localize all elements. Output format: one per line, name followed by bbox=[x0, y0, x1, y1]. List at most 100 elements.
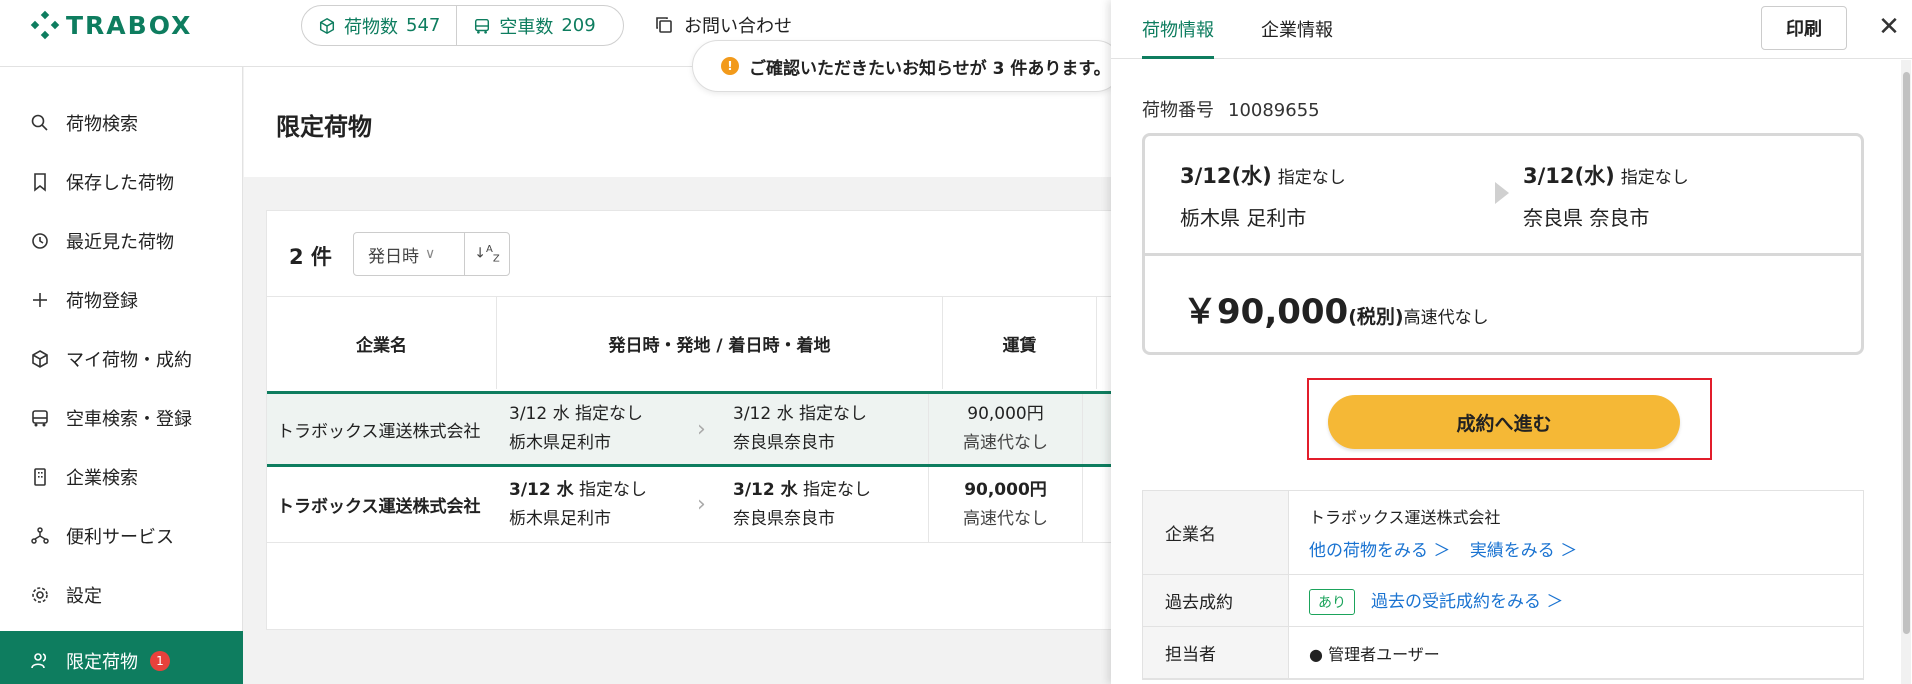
notice-banner[interactable]: ! ご確認いただきたいお知らせが 3 件あります。 bbox=[692, 40, 1122, 92]
fare-value: 90,000円 bbox=[964, 479, 1047, 500]
fare-value: 90,000円 bbox=[967, 404, 1044, 424]
sidebar-item-company-search[interactable]: 企業検索 bbox=[0, 447, 243, 506]
column-header-company[interactable]: 企業名 bbox=[267, 297, 497, 389]
price-tax: (税別) bbox=[1348, 306, 1404, 328]
info-label: 企業名 bbox=[1143, 491, 1289, 574]
panel-tabs: 荷物情報 企業情報 印刷 ✕ bbox=[1111, 0, 1912, 59]
truck-icon bbox=[32, 409, 48, 426]
sidebar-item-label: 保存した荷物 bbox=[66, 172, 174, 194]
to-date: 3/12 水 bbox=[733, 479, 798, 500]
tab-company-info[interactable]: 企業情報 bbox=[1261, 16, 1333, 56]
box-icon bbox=[32, 349, 48, 368]
sidebar-item-limited-cargo[interactable]: 限定荷物 1 bbox=[0, 631, 243, 684]
sidebar-item-settings[interactable]: 設定 bbox=[0, 565, 243, 624]
close-icon[interactable]: ✕ bbox=[1874, 12, 1904, 42]
truck-count-value: 209 bbox=[561, 15, 596, 36]
detail-panel: 荷物情報 企業情報 印刷 ✕ 荷物番号 10089655 3/12(水) 指定なし … bbox=[1111, 0, 1912, 684]
sidebar-item-recent[interactable]: 最近見た荷物 bbox=[0, 211, 243, 270]
info-label: 担当者 bbox=[1143, 627, 1289, 678]
from-date: 3/12 水 bbox=[509, 479, 574, 500]
cell-to: 3/12 水 指定なし 奈良県奈良市 bbox=[727, 467, 929, 542]
sidebar-item-empty-truck[interactable]: 空車検索・登録 bbox=[0, 388, 243, 447]
from-time: 指定なし bbox=[579, 479, 648, 500]
sidebar-item-cargo-search[interactable]: 荷物検索 bbox=[0, 93, 243, 152]
chevron-down-icon: ∨ bbox=[425, 246, 436, 262]
to-time: 指定なし bbox=[799, 404, 867, 424]
column-header-fare[interactable]: 運賃 bbox=[943, 297, 1097, 389]
sidebar-item-label: 設定 bbox=[66, 585, 102, 607]
results-link[interactable]: 実績をみる ＞ bbox=[1470, 541, 1577, 561]
sidebar-item-label: 最近見た荷物 bbox=[66, 231, 174, 253]
cargo-count[interactable]: 荷物数 547 bbox=[302, 6, 458, 45]
origin-place: 栃木県 足利市 bbox=[1180, 206, 1307, 230]
sort-order-button[interactable]: ↓AZ bbox=[464, 232, 510, 276]
info-value: トラボックス運送株式会社 他の荷物をみる ＞ 実績をみる ＞ bbox=[1289, 491, 1577, 574]
sort-icon: ↓AZ bbox=[474, 243, 500, 265]
route-points: 3/12(水) 指定なし 栃木県 足利市 3/12(水) 指定なし 奈良県 奈良市 bbox=[1145, 136, 1861, 256]
table-row[interactable]: トラボックス運送株式会社 3/12 水 指定なし 栃木県足利市 › 3/12 水… bbox=[267, 391, 1113, 467]
destination-place: 奈良県 奈良市 bbox=[1523, 206, 1650, 230]
bookmark-icon bbox=[34, 172, 46, 192]
cell-fare: 90,000円 高速代なし bbox=[929, 394, 1083, 464]
origin-date: 3/12(水) bbox=[1180, 164, 1272, 188]
sidebar-item-label: 便利サービス bbox=[66, 526, 174, 548]
plus-icon bbox=[33, 292, 47, 307]
truck-count-label: 空車数 bbox=[499, 16, 554, 38]
sidebar-item-label: 荷物検索 bbox=[66, 113, 138, 135]
to-place: 奈良県奈良市 bbox=[733, 508, 835, 529]
from-date: 3/12 水 bbox=[509, 404, 570, 424]
search-icon bbox=[31, 114, 48, 131]
scrollbar[interactable] bbox=[1901, 60, 1911, 684]
print-button[interactable]: 印刷 bbox=[1761, 6, 1847, 50]
price-value: ￥90,000 bbox=[1183, 292, 1349, 332]
info-icon: ! bbox=[721, 57, 739, 75]
sidebar-item-register[interactable]: 荷物登録 bbox=[0, 270, 243, 329]
past-contracts-link[interactable]: 過去の受託成約をみる ＞ bbox=[1371, 592, 1563, 612]
company-name: トラボックス運送株式会社 bbox=[1309, 508, 1501, 527]
cell-company: トラボックス運送株式会社 bbox=[277, 497, 481, 517]
contact-link[interactable]: お問い合わせ bbox=[654, 12, 792, 38]
sidebar-item-my-cargo[interactable]: マイ荷物・成約 bbox=[0, 329, 243, 388]
cargo-count-value: 547 bbox=[406, 15, 441, 36]
from-place: 栃木県足利市 bbox=[509, 433, 611, 453]
truck-count[interactable]: 空車数 209 bbox=[457, 6, 611, 45]
cell-from: 3/12 水 指定なし 栃木県足利市 bbox=[497, 467, 697, 542]
gear-icon bbox=[32, 586, 48, 603]
sort-select[interactable]: 発日時 ∨ bbox=[353, 232, 465, 276]
logo[interactable]: TRABOX bbox=[30, 10, 192, 40]
destination: 3/12(水) 指定なし 奈良県 奈良市 bbox=[1523, 160, 1689, 231]
sidebar-item-label: 荷物登録 bbox=[66, 290, 138, 312]
from-time: 指定なし bbox=[575, 404, 643, 424]
info-table: 企業名 トラボックス運送株式会社 他の荷物をみる ＞ 実績をみる ＞ 過去成約 … bbox=[1142, 490, 1864, 680]
chevron-right-icon: › bbox=[697, 492, 706, 517]
other-cargo-link[interactable]: 他の荷物をみる ＞ bbox=[1309, 541, 1450, 561]
origin: 3/12(水) 指定なし 栃木県 足利市 bbox=[1180, 160, 1346, 231]
result-count: 2 件 bbox=[289, 245, 332, 269]
network-icon bbox=[31, 526, 49, 544]
table-row[interactable]: トラボックス運送株式会社 3/12 水 指定なし 栃木県足利市 › 3/12 水… bbox=[267, 467, 1113, 543]
to-time: 指定なし bbox=[803, 479, 872, 500]
tab-cargo-info[interactable]: 荷物情報 bbox=[1142, 16, 1214, 59]
cell-from: 3/12 水 指定なし 栃木県足利市 bbox=[497, 394, 697, 464]
sidebar-item-label: 限定荷物 bbox=[66, 651, 138, 673]
column-header-route[interactable]: 発日時・発地 / 着日時・着地 bbox=[497, 297, 943, 389]
fare-highway: 高速代なし bbox=[963, 433, 1048, 453]
sidebar-item-saved[interactable]: 保存した荷物 bbox=[0, 152, 243, 211]
info-row-company: 企業名 トラボックス運送株式会社 他の荷物をみる ＞ 実績をみる ＞ bbox=[1143, 491, 1863, 575]
stats-bar: 荷物数 547 空車数 209 bbox=[301, 5, 624, 46]
to-date: 3/12 水 bbox=[733, 404, 794, 424]
notice-text: ご確認いただきたいお知らせが 3 件あります。 bbox=[749, 58, 1111, 79]
info-row-person: 担当者 ● 管理者ユーザー bbox=[1143, 627, 1863, 679]
cargo-number-label: 荷物番号 bbox=[1142, 100, 1214, 121]
destination-time: 指定なし bbox=[1620, 168, 1689, 188]
user-icon: ● bbox=[1309, 644, 1323, 664]
scrollbar-thumb[interactable] bbox=[1903, 72, 1910, 634]
person-name: 管理者ユーザー bbox=[1328, 644, 1440, 664]
sidebar: 荷物検索 保存した荷物 最近見た荷物 荷物登録 マイ荷物・成約 空車検索・登録 … bbox=[0, 67, 243, 684]
info-row-past: 過去成約 あり 過去の受託成約をみる ＞ bbox=[1143, 575, 1863, 627]
sidebar-item-label: 空車検索・登録 bbox=[66, 408, 192, 430]
price-highway: 高速代なし bbox=[1403, 308, 1489, 328]
proceed-contract-button[interactable]: 成約へ進む bbox=[1328, 395, 1680, 449]
sidebar-item-services[interactable]: 便利サービス bbox=[0, 506, 243, 565]
arrow-right-icon bbox=[1495, 182, 1509, 204]
